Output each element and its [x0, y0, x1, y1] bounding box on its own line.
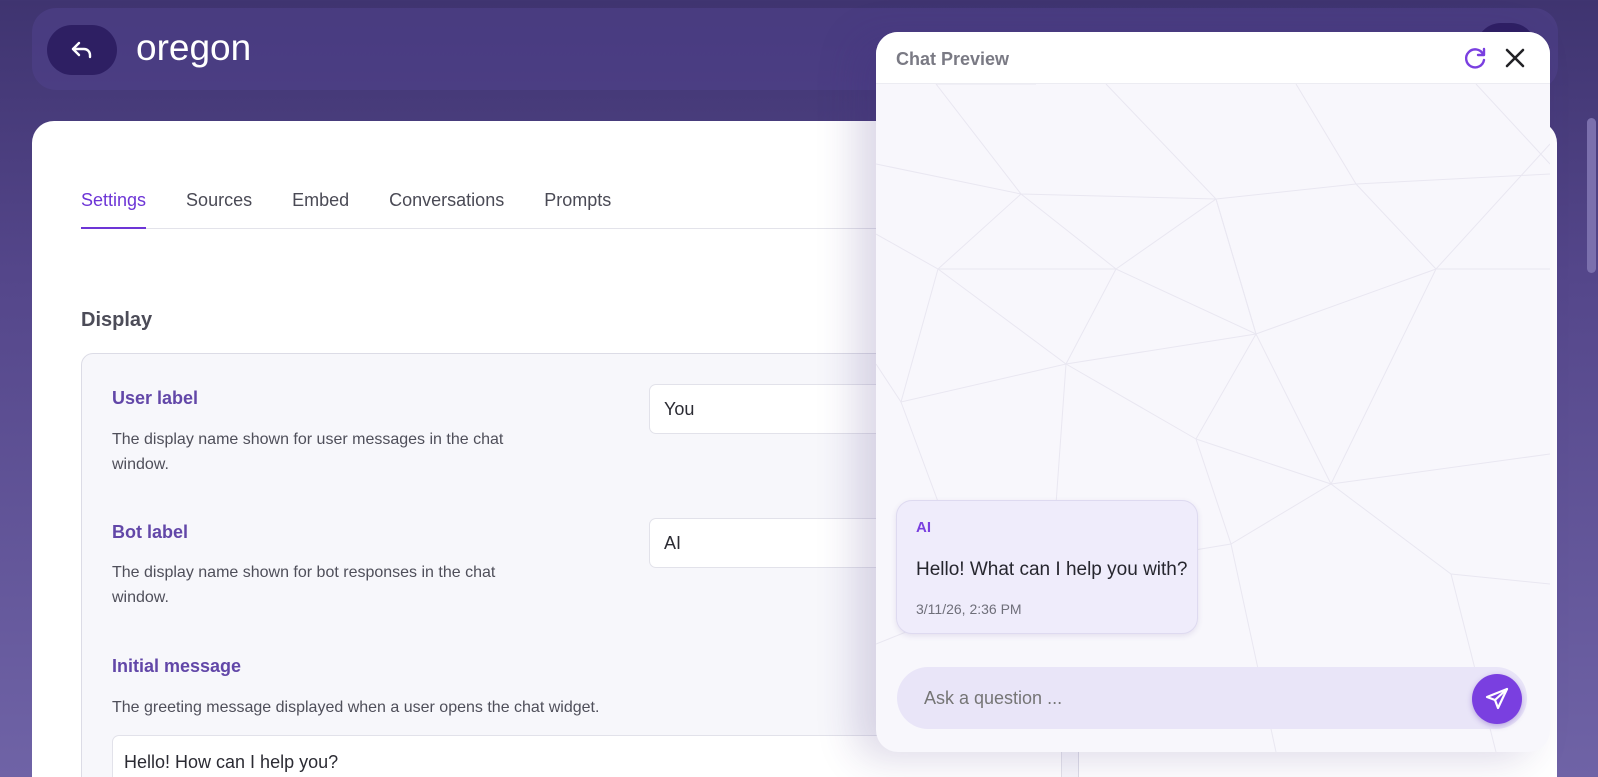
- tab-settings[interactable]: Settings: [81, 185, 147, 229]
- chat-preview-title: Chat Preview: [896, 49, 1010, 69]
- chat-message-bubble: AI Hello! What can I help you with? 3/11…: [896, 500, 1198, 634]
- close-icon[interactable]: [1502, 45, 1528, 71]
- send-icon: [1485, 687, 1509, 710]
- user-label-heading: User label: [112, 388, 199, 408]
- chat-question-input[interactable]: [897, 667, 1527, 729]
- back-button[interactable]: [47, 25, 117, 75]
- bot-label-heading: Bot label: [112, 522, 189, 542]
- message-timestamp: 3/11/26, 2:36 PM: [916, 601, 1022, 617]
- tab-conversations[interactable]: Conversations: [389, 185, 504, 229]
- tab-embed[interactable]: Embed: [292, 185, 349, 229]
- undo-arrow-icon: [71, 41, 92, 59]
- chat-preview-header: Chat Preview: [876, 32, 1550, 84]
- chat-background-pattern: [876, 84, 1550, 752]
- page-scrollbar[interactable]: [1587, 118, 1596, 273]
- page-title: oregon: [136, 27, 252, 68]
- send-button[interactable]: [1472, 674, 1522, 724]
- bot-label-description: The display name shown for bot responses…: [112, 564, 496, 606]
- tab-sources[interactable]: Sources: [186, 185, 252, 229]
- refresh-icon[interactable]: [1462, 46, 1488, 72]
- chat-preview-panel: Chat Preview AI Hello! What can I help y…: [876, 32, 1550, 752]
- initial-message-description: The greeting message displayed when a us…: [112, 699, 600, 716]
- section-title-display: Display: [81, 309, 153, 331]
- message-sender: AI: [916, 519, 931, 536]
- message-text: Hello! What can I help you with?: [916, 559, 1188, 580]
- tab-prompts[interactable]: Prompts: [544, 185, 611, 229]
- initial-message-heading: Initial message: [112, 656, 242, 676]
- tab-bar: Settings Sources Embed Conversations Pro…: [81, 185, 896, 229]
- user-label-description: The display name shown for user messages…: [112, 431, 504, 473]
